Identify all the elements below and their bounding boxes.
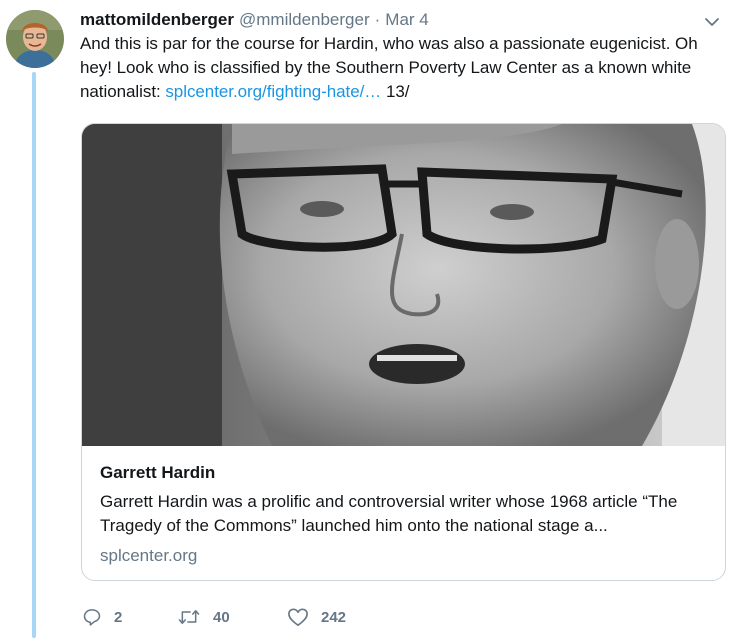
card-description: Garrett Hardin was a prolific and contro… — [100, 492, 678, 535]
card-title: Garrett Hardin — [100, 463, 216, 482]
display-name[interactable]: mattomildenberger — [80, 8, 234, 32]
retweet-icon — [178, 610, 200, 624]
reply-count: 2 — [114, 608, 123, 626]
link-card[interactable]: Garrett Hardin Garrett Hardin was a prol… — [81, 123, 726, 581]
card-image — [82, 124, 725, 446]
retweet-count: 40 — [213, 608, 230, 626]
like-button[interactable]: 242 — [287, 607, 387, 627]
tweet-link[interactable]: splcenter.org/fighting-hate/… — [165, 82, 381, 101]
heart-icon — [288, 608, 308, 626]
user-handle[interactable]: @mmildenberger — [239, 8, 370, 32]
card-domain: splcenter.org — [100, 546, 198, 565]
thread-line — [32, 72, 36, 638]
tweet-header: mattomildenberger @mmildenberger · Mar 4 — [80, 8, 730, 32]
retweet-button[interactable]: 40 — [177, 607, 287, 627]
reply-button[interactable]: 2 — [82, 607, 177, 627]
tweet-text: And this is par for the course for Hardi… — [80, 32, 730, 104]
chevron-down-icon[interactable] — [702, 12, 722, 32]
tweet-text-suffix: 13/ — [381, 82, 410, 101]
like-count: 242 — [321, 608, 347, 626]
tweet-actions: 2 40 242 — [82, 604, 387, 630]
avatar[interactable] — [6, 10, 64, 68]
tweet[interactable]: mattomildenberger @mmildenberger · Mar 4… — [0, 0, 750, 638]
separator-dot: · — [374, 10, 381, 29]
avatar-image — [6, 10, 64, 68]
tweet-date[interactable]: Mar 4 — [385, 8, 428, 32]
reply-icon — [83, 609, 101, 626]
